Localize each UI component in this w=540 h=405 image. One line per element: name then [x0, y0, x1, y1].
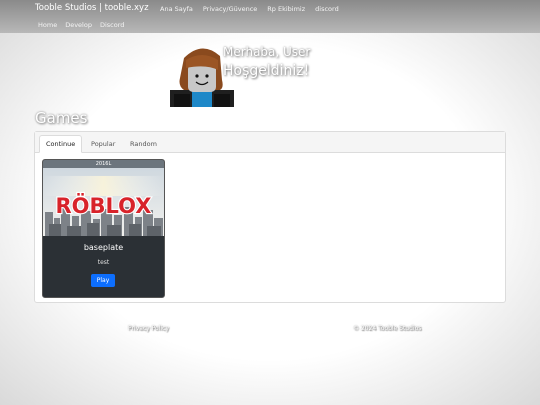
brand-title[interactable]: Tooble Studios | tooble.xyz [35, 3, 149, 13]
subnav-home[interactable]: Home [38, 21, 57, 29]
tab-continue[interactable]: Continue [39, 135, 83, 153]
subnav-develop[interactable]: Develop [65, 21, 92, 29]
play-button[interactable]: Play [91, 274, 115, 287]
sub-nav: Home Develop Discord [38, 21, 124, 29]
subnav-discord[interactable]: Discord [100, 21, 124, 29]
tab-popular[interactable]: Popular [85, 136, 121, 152]
game-card[interactable]: 2016L RÖBLOX baseplate test Play [42, 159, 165, 298]
tab-random[interactable]: Random [124, 136, 163, 152]
top-navbar: Tooble Studios | tooble.xyz Ana Sayfa Pr… [0, 0, 540, 33]
games-tabs: Continue Popular Random [35, 132, 505, 153]
nav-discord[interactable]: discord [315, 5, 339, 13]
version-badge: 2016L [43, 160, 164, 168]
greeting-user: Merhaba, User [223, 45, 311, 59]
games-panel: Continue Popular Random 2016L RÖBLOX bas… [34, 131, 506, 303]
greeting-welcome: Hoşgeldiniz! [223, 63, 310, 79]
game-title: baseplate [83, 243, 124, 252]
game-description: test [97, 259, 110, 266]
nav-privacy[interactable]: Privacy/Güvence [203, 5, 257, 13]
nav-rp-ekibimiz[interactable]: Rp Ekibimiz [267, 5, 305, 13]
game-thumbnail[interactable]: RÖBLOX [43, 168, 164, 236]
games-heading: Games [35, 109, 88, 127]
copyright-text: © 2024 Tooble Studios [353, 325, 422, 332]
roblox-logo: RÖBLOX [56, 193, 152, 218]
privacy-policy-link[interactable]: Privacy Policy [128, 325, 169, 332]
nav-ana-sayfa[interactable]: Ana Sayfa [160, 5, 193, 13]
top-nav: Ana Sayfa Privacy/Güvence Rp Ekibimiz di… [160, 5, 339, 13]
